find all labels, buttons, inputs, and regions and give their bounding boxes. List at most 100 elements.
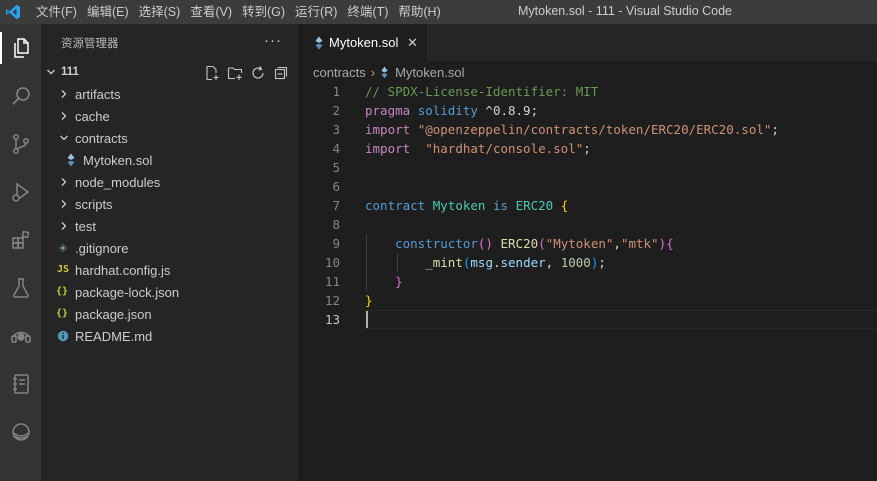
breadcrumb-file[interactable]: Mytoken.sol: [395, 65, 464, 80]
code-token: import: [365, 141, 411, 156]
more-actions-icon[interactable]: ···: [264, 32, 282, 49]
code-token: is: [492, 198, 509, 213]
file-mytoken-sol[interactable]: Mytoken.sol: [41, 149, 298, 171]
code-line[interactable]: 12}: [298, 291, 877, 310]
chevron-right-icon: [61, 178, 67, 186]
code-token: (: [538, 236, 546, 251]
code-line[interactable]: 8: [298, 215, 877, 234]
folder-root-111[interactable]: 111: [41, 61, 298, 83]
code-line[interactable]: 5: [298, 158, 877, 177]
explorer-sidebar: 资源管理器 ··· 111 artifacts cache contracts …: [41, 24, 298, 481]
text-cursor: [366, 311, 368, 328]
tree-item-label: hardhat.config.js: [75, 262, 171, 278]
new-file-icon[interactable]: [203, 65, 221, 81]
folder-artifacts[interactable]: artifacts: [41, 83, 298, 105]
menu-view[interactable]: 查看(V): [185, 0, 237, 24]
folder-contracts[interactable]: contracts: [41, 127, 298, 149]
file-package-lock-json[interactable]: {} package-lock.json: [41, 281, 298, 303]
code-text: }: [365, 291, 373, 310]
js-file-icon: JS: [57, 264, 70, 275]
tree-item-label: cache: [75, 108, 110, 124]
notebook-icon[interactable]: [0, 364, 41, 404]
file-gitignore[interactable]: .gitignore: [41, 237, 298, 259]
chevron-right-icon: [61, 112, 67, 120]
code-line[interactable]: 7 contract Mytoken is ERC20 {: [298, 196, 877, 215]
code-token: ;: [583, 141, 591, 156]
solidity-file-icon: [315, 36, 323, 50]
folder-cache[interactable]: cache: [41, 105, 298, 127]
menu-selection[interactable]: 选择(S): [134, 0, 186, 24]
json-file-icon: {}: [56, 308, 69, 319]
new-folder-icon[interactable]: [226, 65, 244, 81]
collapse-all-icon[interactable]: [272, 65, 290, 81]
extensions-icon[interactable]: [0, 220, 41, 260]
code-line[interactable]: 3 import "@openzeppelin/contracts/token/E…: [298, 120, 877, 139]
menu-run[interactable]: 运行(R): [290, 0, 342, 24]
code-token: "Mytoken": [545, 236, 614, 251]
line-number: 4: [332, 141, 340, 156]
file-hardhat-config-js[interactable]: JS hardhat.config.js: [41, 259, 298, 281]
code-token: ERC20: [515, 198, 554, 213]
explorer-title: 资源管理器: [61, 37, 119, 50]
code-token: "@openzeppelin/contracts/token/ERC20/ERC…: [417, 122, 772, 137]
code-text: pragma solidity ^0.8.9;: [365, 101, 538, 120]
menu-help[interactable]: 帮助(H): [393, 0, 445, 24]
code-line[interactable]: 1 // SPDX-License-Identifier: MIT: [298, 82, 877, 101]
chevron-right-icon: [61, 200, 67, 208]
code-editor[interactable]: 1 // SPDX-License-Identifier: MIT 2 pragma …: [298, 82, 877, 481]
code-line[interactable]: 9 constructor() ERC20("Mytoken","mtk"){: [298, 234, 877, 253]
file-package-json[interactable]: {} package.json: [41, 303, 298, 325]
solidity-icon[interactable]: [0, 412, 41, 452]
code-line[interactable]: 10 _mint(msg.sender, 1000);: [298, 253, 877, 272]
code-token: }: [395, 274, 403, 289]
explorer-icon[interactable]: [0, 28, 41, 68]
source-control-icon[interactable]: [0, 124, 41, 164]
code-token: pragma: [365, 103, 411, 118]
search-icon[interactable]: [0, 76, 41, 116]
solidity-file-icon: [67, 153, 75, 167]
code-token: constructor: [395, 236, 478, 251]
menu-terminal[interactable]: 终端(T): [342, 0, 393, 24]
code-line[interactable]: 6: [298, 177, 877, 196]
folder-scripts[interactable]: scripts: [41, 193, 298, 215]
tree-item-label: node_modules: [75, 174, 161, 190]
breadcrumb-folder[interactable]: contracts: [313, 65, 366, 80]
editor-tabs: Mytoken.sol ✕: [298, 24, 877, 61]
line-number: 10: [324, 255, 340, 270]
close-icon[interactable]: ✕: [407, 35, 418, 51]
line-number: 9: [332, 236, 340, 251]
line-number: 2: [332, 103, 340, 118]
file-readme-md[interactable]: README.md: [41, 325, 298, 347]
tree-item-label: contracts: [75, 130, 128, 146]
json-file-icon: {}: [56, 286, 69, 297]
code-token: solidity: [417, 103, 478, 118]
menu-bar: 文件(F) 编辑(E) 选择(S) 查看(V) 转到(G) 运行(R) 终端(T…: [26, 0, 446, 24]
menu-go[interactable]: 转到(G): [237, 0, 290, 24]
tab-mytoken-sol[interactable]: Mytoken.sol ✕: [298, 24, 427, 61]
indent-guide: [366, 234, 367, 291]
remote-icon[interactable]: [0, 316, 41, 356]
code-token: ^0.8.9;: [477, 103, 539, 118]
menu-edit[interactable]: 编辑(E): [82, 0, 134, 24]
code-token: {: [666, 236, 674, 251]
menu-file[interactable]: 文件(F): [26, 0, 82, 24]
code-token: ERC20: [500, 236, 539, 251]
testing-icon[interactable]: [0, 268, 41, 308]
line-number: 13: [324, 312, 340, 327]
refresh-icon[interactable]: [249, 65, 267, 81]
code-line[interactable]: 2 pragma solidity ^0.8.9;: [298, 101, 877, 120]
code-line[interactable]: 11 }: [298, 272, 877, 291]
code-token: {: [560, 198, 569, 213]
code-token: import: [365, 122, 411, 137]
run-debug-icon[interactable]: [0, 172, 41, 212]
folder-node-modules[interactable]: node_modules: [41, 171, 298, 193]
code-line[interactable]: 4 import "hardhat/console.sol";: [298, 139, 877, 158]
folder-test[interactable]: test: [41, 215, 298, 237]
